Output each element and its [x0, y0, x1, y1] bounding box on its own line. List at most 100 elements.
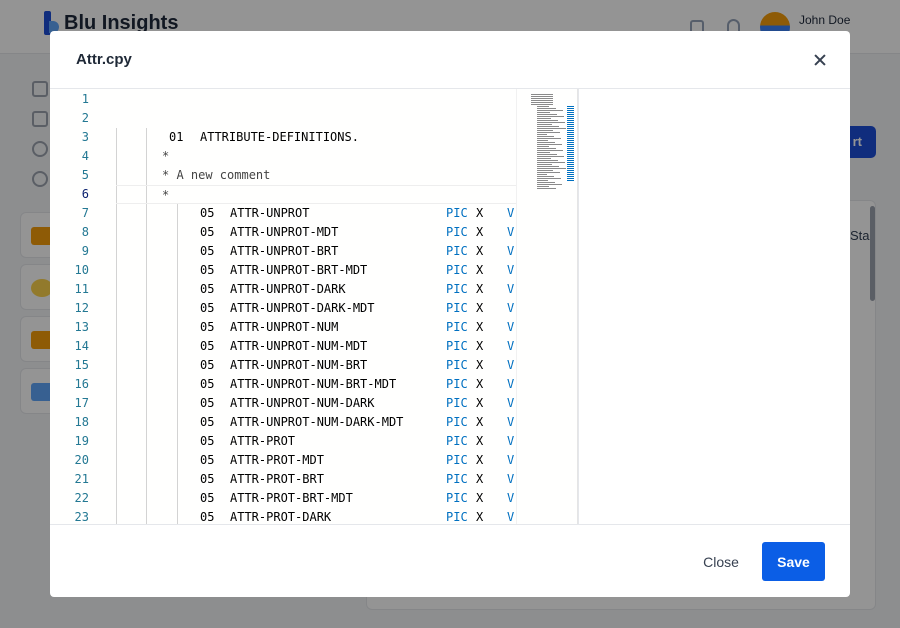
code-line[interactable]: 05 ATTR-UNPROT-DARK PIC X V	[116, 280, 516, 299]
minimap-line	[537, 154, 557, 155]
code-line[interactable]	[116, 90, 516, 109]
code-level: 05	[200, 301, 215, 315]
line-number: 21	[74, 472, 89, 486]
code-type: X	[476, 453, 484, 467]
code-field-name: ATTR-UNPROT-NUM-DARK	[230, 396, 375, 410]
code-keyword: V	[507, 301, 515, 315]
minimap-keyword	[567, 126, 574, 127]
minimap-line	[537, 152, 550, 153]
line-number: 12	[74, 301, 89, 315]
minimap-keyword	[567, 116, 574, 117]
code-line[interactable]: 05 ATTR-PROT-MDT PIC X V	[116, 451, 516, 470]
code-field-name: ATTR-UNPROT-NUM-BRT	[230, 358, 368, 372]
code-line[interactable]: 05 ATTR-UNPROT-NUM-BRT PIC X V	[116, 356, 516, 375]
line-number: 10	[74, 263, 89, 277]
minimap-keyword	[567, 152, 574, 153]
code-line[interactable]: 05 ATTR-UNPROT-NUM-DARK PIC X V	[116, 394, 516, 413]
code-keyword: PIC	[446, 225, 468, 239]
code-line[interactable]: * A new comment	[116, 166, 516, 185]
minimap-line	[537, 184, 562, 185]
line-number: 22	[74, 491, 89, 505]
code-area[interactable]: 01 ATTRIBUTE-DEFINITIONS. * * A new comment…	[116, 89, 516, 524]
code-line[interactable]: 05 ATTR-UNPROT-NUM-DARK-MDT PIC X V	[116, 413, 516, 432]
minimap-line	[537, 186, 549, 187]
line-number: 2	[81, 111, 89, 125]
line-number: 3	[81, 130, 89, 144]
code-line[interactable]: *	[116, 185, 516, 204]
code-line[interactable]: 05 ATTR-UNPROT-BRT PIC X V	[116, 242, 516, 261]
minimap-keyword	[567, 176, 574, 177]
code-line[interactable]: 05 ATTR-UNPROT-DARK-MDT PIC X V	[116, 299, 516, 318]
code-level: 05	[200, 263, 215, 277]
code-line[interactable]: 05 ATTR-UNPROT-NUM-MDT PIC X V	[116, 337, 516, 356]
minimap[interactable]	[516, 89, 578, 524]
code-keyword: PIC	[446, 434, 468, 448]
code-keyword: V	[507, 263, 515, 277]
code-level: 05	[200, 377, 215, 391]
line-number: 17	[74, 396, 89, 410]
minimap-line	[537, 142, 555, 143]
code-keyword: V	[507, 491, 515, 505]
code-line[interactable]: 05 ATTR-UNPROT-MDT PIC X V	[116, 223, 516, 242]
code-keyword: V	[507, 377, 515, 391]
minimap-keyword	[567, 156, 574, 157]
code-line[interactable]: 05 ATTR-PROT-BRT-MDT PIC X V	[116, 489, 516, 508]
code-keyword: V	[507, 453, 515, 467]
minimap-keyword	[567, 172, 574, 173]
code-level: 05	[200, 206, 215, 220]
minimap-keyword	[567, 130, 574, 131]
minimap-keyword	[567, 178, 574, 179]
minimap-keyword	[567, 174, 574, 175]
line-number: 4	[81, 149, 89, 163]
minimap-keyword	[567, 134, 574, 135]
code-comment: *	[162, 149, 170, 163]
code-line[interactable]	[116, 109, 516, 128]
code-keyword: PIC	[446, 244, 468, 258]
code-level: 05	[200, 453, 215, 467]
minimap-line	[537, 126, 559, 127]
code-level: 05	[200, 472, 215, 486]
code-field-name: ATTR-UNPROT-DARK-MDT	[230, 301, 375, 315]
code-editor[interactable]: 1 2 3 4 5 6 7 8 9 10 11 12 13 14 15 16 17 18 19 20 21 22 23 01…	[50, 89, 850, 524]
code-keyword: PIC	[446, 282, 468, 296]
line-number: 23	[74, 510, 89, 524]
minimap-line	[537, 162, 565, 163]
code-line[interactable]: 05 ATTR-UNPROT-NUM PIC X V	[116, 318, 516, 337]
code-line[interactable]: 05 ATTR-UNPROT-BRT-MDT PIC X V	[116, 261, 516, 280]
code-level: 05	[200, 339, 215, 353]
minimap-line	[531, 102, 553, 103]
minimap-line	[537, 116, 564, 117]
code-field-name: ATTR-UNPROT-NUM-MDT	[230, 339, 368, 353]
close-button[interactable]: Close	[690, 543, 752, 581]
code-type: X	[476, 510, 484, 524]
code-level: 01	[169, 130, 184, 144]
code-line[interactable]: 01 ATTRIBUTE-DEFINITIONS.	[116, 128, 516, 147]
minimap-keyword	[567, 136, 574, 137]
code-line[interactable]: 05 ATTR-PROT-BRT PIC X V	[116, 470, 516, 489]
code-type: X	[476, 434, 484, 448]
code-line[interactable]: 05 ATTR-PROT-DARK PIC X V	[116, 508, 516, 524]
minimap-line	[531, 98, 553, 99]
code-level: 05	[200, 396, 215, 410]
save-button[interactable]: Save	[762, 542, 825, 581]
modal-footer: Close Save	[50, 524, 850, 597]
code-level: 05	[200, 320, 215, 334]
code-line[interactable]: 05 ATTR-UNPROT-NUM-BRT-MDT PIC X V	[116, 375, 516, 394]
code-line[interactable]: *	[116, 147, 516, 166]
code-keyword: V	[507, 339, 515, 353]
code-keyword: V	[507, 510, 515, 524]
code-line[interactable]: 05 ATTR-PROT PIC X V	[116, 432, 516, 451]
minimap-keyword	[567, 114, 574, 115]
minimap-line	[537, 130, 553, 131]
code-keyword: V	[507, 244, 515, 258]
code-keyword: V	[507, 358, 515, 372]
minimap-keyword	[567, 144, 574, 145]
close-icon[interactable]	[810, 50, 830, 70]
minimap-line	[537, 188, 556, 189]
code-line[interactable]: 05 ATTR-UNPROT PIC X V	[116, 204, 516, 223]
minimap-line	[537, 178, 561, 179]
code-field-name: ATTR-UNPROT-NUM	[230, 320, 339, 334]
code-keyword: PIC	[446, 301, 468, 315]
code-keyword: V	[507, 396, 515, 410]
code-field-name: ATTR-UNPROT-BRT	[230, 244, 339, 258]
